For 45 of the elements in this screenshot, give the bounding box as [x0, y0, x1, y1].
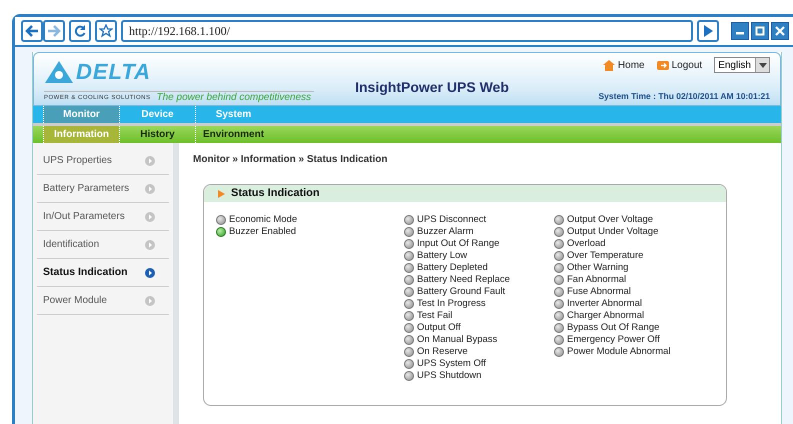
status-label: Inverter Abnormal	[567, 299, 642, 309]
status-label: Fan Abnormal	[567, 275, 626, 285]
subnav-tab[interactable]: Environment	[195, 126, 271, 143]
app-title: InsightPower UPS Web	[355, 78, 509, 97]
panel-title: Status Indication	[231, 186, 320, 202]
status-label: Battery Low	[417, 251, 468, 261]
status-label: Buzzer Enabled	[229, 227, 296, 237]
status-label: On Manual Bypass	[417, 335, 498, 345]
address-bar[interactable]: http://192.168.1.100/	[121, 20, 693, 42]
home-link[interactable]: Home	[602, 58, 645, 72]
brand-logo: DELTA	[76, 61, 152, 83]
status-label: Economic Mode	[229, 215, 298, 225]
status-label: Charger Abnormal	[567, 311, 644, 321]
sidebar-item[interactable]: UPS Properties	[37, 147, 169, 175]
status-label: Output Off	[417, 323, 461, 333]
status-label: Test In Progress	[417, 299, 486, 309]
sidebar-item[interactable]: Power Module	[37, 287, 169, 315]
status-label: Emergency Power Off	[567, 335, 660, 345]
system-time: System Time : Thu 02/10/2011 AM 10:01:21	[598, 90, 770, 103]
sidebar-item[interactable]: Status Indication	[37, 259, 169, 287]
status-label: Battery Need Replace	[417, 275, 510, 285]
status-label: Bypass Out Of Range	[567, 323, 660, 333]
status-label: UPS Shutdown	[417, 371, 482, 381]
breadcrumb: Monitor » Information » Status Indication	[193, 153, 388, 167]
status-label: Output Over Voltage	[567, 215, 654, 225]
status-label: Power Module Abnormal	[567, 347, 670, 357]
status-label: Buzzer Alarm	[417, 227, 474, 237]
language-select[interactable]: English	[714, 57, 770, 73]
status-label: Test Fail	[417, 311, 452, 321]
status-label: Battery Depleted	[417, 263, 488, 273]
status-label: On Reserve	[417, 347, 468, 357]
status-label: Over Temperature	[567, 251, 644, 261]
status-label: Input Out Of Range	[417, 239, 500, 249]
status-label: UPS System Off	[417, 359, 486, 369]
sidebar-item[interactable]: Identification	[37, 231, 169, 259]
sidebar-item[interactable]: In/Out Parameters	[37, 203, 169, 231]
slogan: The power behind competitiveness	[156, 93, 312, 103]
status-label: Other Warning	[567, 263, 628, 273]
sidebar-item[interactable]: Battery Parameters	[37, 175, 169, 203]
logout-link[interactable]: Logout	[656, 58, 702, 72]
status-label: Battery Ground Fault	[417, 287, 506, 297]
status-label: Fuse Abnormal	[567, 287, 631, 297]
status-label: Output Under Voltage	[567, 227, 658, 237]
status-label: UPS Disconnect	[417, 215, 486, 225]
status-label: Overload	[567, 239, 606, 249]
